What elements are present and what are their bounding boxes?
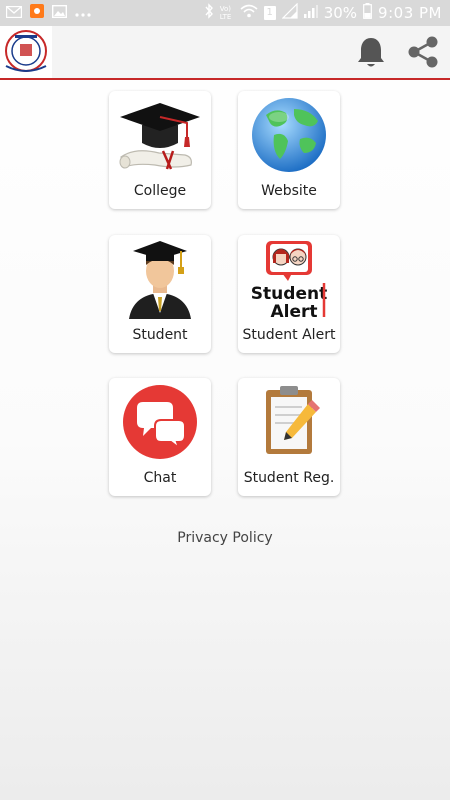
more-dots-icon (75, 4, 91, 22)
gallery-icon (51, 4, 68, 22)
clipboard-pencil-icon (244, 382, 334, 462)
globe-icon (244, 95, 334, 175)
app-bar (0, 26, 450, 78)
volte-icon: Vo) LTE (219, 5, 232, 21)
sim-1-icon: 1 (263, 6, 276, 20)
battery-percent: 30% (323, 4, 358, 22)
tile-label: Chat (143, 470, 177, 486)
battery-icon (363, 3, 372, 23)
graduation-cap-icon (115, 95, 205, 175)
svg-text:Alert: Alert (270, 302, 317, 319)
tile-label: College (133, 183, 187, 199)
student-tile[interactable]: Student (109, 235, 211, 353)
app-notification-icon (30, 4, 44, 22)
tile-label: Student (132, 327, 188, 343)
tile-label: Student Alert (242, 327, 336, 343)
bell-icon[interactable] (352, 33, 390, 71)
chat-bubbles-icon (115, 382, 205, 462)
graduate-student-icon (115, 239, 205, 319)
email-icon (5, 4, 23, 22)
wifi-icon (240, 4, 258, 22)
signal-icon (281, 2, 298, 23)
status-right: Vo) LTE 1 30% 9:03 PM (204, 2, 442, 23)
privacy-policy-link[interactable]: Privacy Policy (0, 530, 450, 546)
website-tile[interactable]: Website (238, 91, 340, 209)
status-bar: Vo) LTE 1 30% 9:03 PM (0, 0, 450, 26)
student-reg-tile[interactable]: Student Reg. (238, 378, 340, 496)
bluetooth-icon (204, 3, 214, 23)
student-alert-icon-text: Student (251, 284, 327, 304)
college-logo (0, 26, 52, 78)
app-bar-divider (0, 78, 450, 80)
tile-label: Student Reg. (243, 470, 335, 486)
college-tile[interactable]: College (109, 91, 211, 209)
chat-tile[interactable]: Chat (109, 378, 211, 496)
tile-label: Website (261, 183, 317, 199)
student-alert-icon: Student Alert (244, 239, 334, 322)
clock: 9:03 PM (378, 4, 442, 22)
share-icon[interactable] (404, 33, 442, 71)
signal-icon (303, 3, 318, 23)
status-left (5, 4, 91, 22)
student-alert-tile[interactable]: Student Alert Student Alert (238, 235, 340, 353)
